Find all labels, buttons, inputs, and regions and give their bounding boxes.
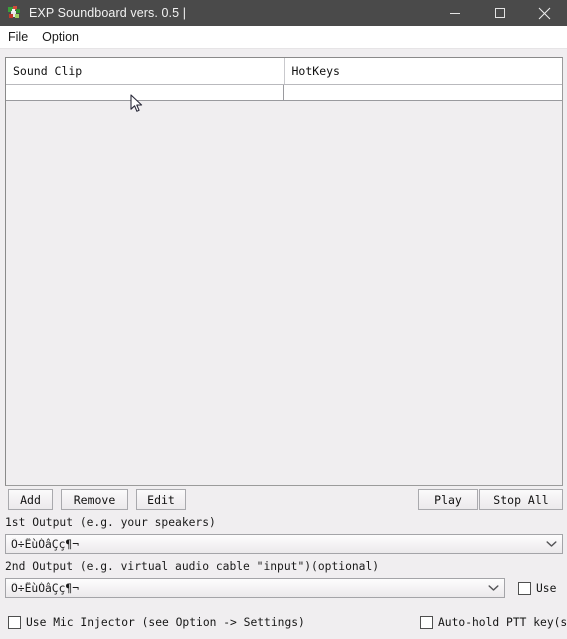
play-button[interactable]: Play — [418, 489, 478, 510]
menu-item-file[interactable]: File — [2, 29, 34, 46]
close-icon[interactable] — [522, 0, 567, 26]
second-output-use-checkbox[interactable] — [518, 582, 531, 595]
app-icon — [6, 5, 22, 21]
list-guide-hotkeys — [283, 85, 562, 100]
second-output-select[interactable]: Õ÷ÊùÓâÇç¶¬ — [5, 578, 505, 598]
column-header-sound-clip[interactable]: Sound Clip — [6, 58, 284, 84]
application-window: EXP Soundboard vers. 0.5 | File Option S… — [0, 0, 567, 639]
maximize-icon[interactable] — [477, 0, 522, 26]
sound-clip-list-panel[interactable]: Sound Clip HotKeys — [5, 57, 563, 486]
auto-hold-ptt-checkbox[interactable] — [420, 616, 433, 629]
edit-button[interactable]: Edit — [136, 489, 186, 510]
second-output-label: 2nd Output (e.g. virtual audio cable "in… — [5, 560, 380, 573]
mic-injector-label: Use Mic Injector (see Option -> Settings… — [26, 616, 305, 629]
first-output-value: Õ÷ÊùÓâÇç¶¬ — [11, 537, 80, 551]
chevron-down-icon[interactable] — [482, 579, 504, 597]
minimize-icon[interactable] — [432, 0, 477, 26]
mic-injector-checkbox[interactable] — [8, 616, 21, 629]
auto-hold-ptt-checkbox-row[interactable]: Auto-hold PTT key(s) — [420, 616, 567, 629]
stop-all-button[interactable]: Stop All — [479, 489, 563, 510]
list-header-row: Sound Clip HotKeys — [6, 58, 562, 85]
second-output-use-checkbox-row[interactable]: Use — [518, 582, 556, 595]
first-output-select[interactable]: Õ÷ÊùÓâÇç¶¬ — [5, 534, 563, 554]
column-header-hotkeys[interactable]: HotKeys — [283, 58, 562, 84]
add-button[interactable]: Add — [8, 489, 53, 510]
title-bar: EXP Soundboard vers. 0.5 | — [0, 0, 567, 26]
chevron-down-icon[interactable] — [540, 535, 562, 553]
list-empty-body[interactable] — [6, 100, 562, 485]
list-guide-sound-clip — [6, 85, 283, 100]
mic-injector-checkbox-row[interactable]: Use Mic Injector (see Option -> Settings… — [8, 616, 305, 629]
window-title: EXP Soundboard vers. 0.5 | — [29, 6, 187, 20]
window-controls — [432, 0, 567, 26]
menu-item-option[interactable]: Option — [36, 29, 85, 46]
remove-button[interactable]: Remove — [61, 489, 128, 510]
auto-hold-ptt-label: Auto-hold PTT key(s) — [438, 616, 567, 629]
first-output-label: 1st Output (e.g. your speakers) — [5, 516, 216, 529]
second-output-use-label: Use — [536, 582, 557, 595]
menu-bar: File Option — [0, 26, 567, 49]
second-output-value: Õ÷ÊùÓâÇç¶¬ — [11, 581, 80, 595]
list-column-guides — [6, 85, 562, 100]
